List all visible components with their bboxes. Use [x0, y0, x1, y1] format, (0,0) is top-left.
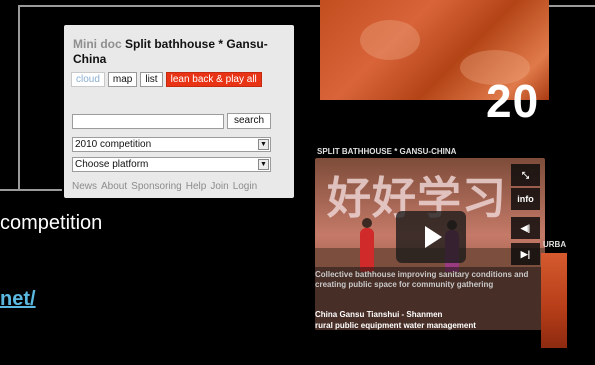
chevron-down-icon[interactable]: ▼	[258, 159, 269, 170]
tab-list[interactable]: list	[140, 72, 163, 87]
right-project-photo[interactable]	[541, 253, 567, 348]
project-video-card[interactable]: 好好学习 ⤡ info ◀| ▶| Collective bathhouse i…	[315, 158, 545, 330]
mini-doc-title: Mini doc Split bathhouse * Gansu-China	[73, 37, 288, 67]
link-news[interactable]: News	[72, 181, 97, 192]
chevron-down-icon[interactable]: ▼	[258, 139, 269, 150]
play-all-button[interactable]: lean back & play all	[165, 72, 262, 87]
search-input[interactable]	[72, 114, 224, 129]
link-help[interactable]: Help	[186, 181, 207, 192]
tab-cloud[interactable]: cloud	[71, 72, 105, 87]
mini-doc-panel: Mini doc Split bathhouse * Gansu-China c…	[64, 25, 294, 198]
link-join[interactable]: Join	[210, 181, 228, 192]
view-tabs: cloud map list lean back & play all	[71, 72, 262, 87]
platform-select[interactable]: Choose platform ▼	[72, 157, 271, 172]
link-login[interactable]: Login	[233, 181, 257, 192]
info-button[interactable]: info	[511, 188, 540, 210]
play-icon[interactable]	[396, 211, 466, 263]
competition-select-value: 2010 competition	[75, 139, 152, 150]
search-button[interactable]: search	[227, 113, 271, 129]
right-project-label: URBA	[543, 240, 567, 249]
project-description: Collective bathhouse improving sanitary …	[315, 270, 529, 289]
previous-icon[interactable]: ◀|	[511, 217, 540, 239]
tab-map[interactable]: map	[107, 72, 138, 87]
next-icon[interactable]: ▶|	[511, 243, 540, 265]
footer-links: News About Sponsoring Help Join Login	[72, 181, 257, 192]
frame-bottom-line	[0, 189, 62, 191]
project-card-label: SPLIT BATHHOUSE * GANSU-CHINA	[317, 147, 457, 156]
platform-select-value: Choose platform	[75, 159, 149, 170]
side-link[interactable]: net/	[0, 288, 36, 311]
card-photo-figure	[360, 218, 374, 272]
mini-doc-brand[interactable]: Mini doc	[73, 37, 122, 51]
project-location: China Gansu Tianshui - Shanmen	[315, 310, 443, 319]
link-sponsoring[interactable]: Sponsoring	[131, 181, 182, 192]
side-heading-text: competition	[0, 212, 103, 234]
project-tags: rural public equipment water management	[315, 321, 476, 330]
frame-left-line	[18, 5, 20, 190]
competition-select[interactable]: 2010 competition ▼	[72, 137, 271, 152]
link-about[interactable]: About	[101, 181, 127, 192]
year-heading: 20	[486, 75, 540, 127]
fullscreen-icon[interactable]: ⤡	[511, 164, 540, 186]
